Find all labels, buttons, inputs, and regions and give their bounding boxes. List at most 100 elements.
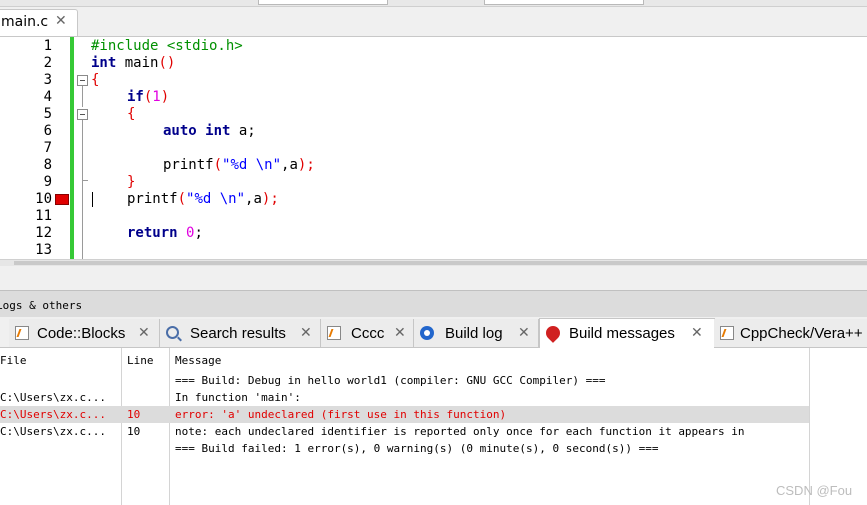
text-caret — [92, 192, 93, 207]
panel-splitter[interactable] — [0, 266, 867, 288]
line-number: 11 — [35, 208, 52, 224]
bracket: ); — [297, 157, 315, 173]
bracket: ( — [213, 157, 223, 173]
code-line-8: printf("%d \n",a); — [163, 157, 315, 174]
panel-title-label: Logs & others — [0, 299, 83, 312]
identifier: printf — [163, 157, 214, 173]
column-header-message[interactable]: Message — [175, 352, 221, 369]
column-separator — [169, 348, 170, 505]
file-tab-label: main.c — [1, 14, 49, 30]
fold-line — [82, 181, 83, 259]
keyword: return — [127, 225, 178, 241]
keyword: auto int — [163, 123, 231, 139]
keyword: int — [91, 55, 117, 71]
identifier: ,a — [245, 191, 262, 207]
number: 1 — [152, 89, 161, 105]
row-message: === Build failed: 1 error(s), 0 warning(… — [175, 442, 659, 455]
row-message: === Build: Debug in hello world1 (compil… — [175, 374, 606, 387]
close-icon[interactable]: ✕ — [691, 325, 703, 341]
file-tab-main-c[interactable]: main.c ✕ — [0, 9, 78, 36]
close-icon[interactable]: ✕ — [55, 13, 67, 29]
line-number: 4 — [43, 89, 52, 105]
line-number-gutter: 1 2 3 4 5 6 7 8 9 10 11 12 13 — [0, 37, 70, 259]
row-message: error: 'a' undeclared (first use in this… — [175, 408, 507, 421]
keyword: if — [127, 89, 144, 105]
code-line-3: { — [91, 72, 100, 88]
bracket: ); — [261, 191, 279, 207]
row-line: 10 — [127, 408, 141, 421]
line-number: 12 — [35, 225, 52, 241]
toolbar-combo-2[interactable] — [484, 0, 644, 5]
line-number: 9 — [43, 174, 52, 190]
pin-icon — [543, 323, 563, 343]
doc-icon — [327, 326, 341, 340]
close-icon[interactable]: ✕ — [300, 325, 312, 341]
build-messages-table: File Line Message === Build: Debug in he… — [0, 348, 867, 505]
error-marker-icon[interactable] — [55, 194, 69, 205]
scrollbar-thumb[interactable] — [14, 261, 867, 265]
identifier: ,a — [281, 157, 298, 173]
logs-panel-title: Logs & others — [0, 290, 867, 317]
close-icon[interactable]: ✕ — [518, 325, 530, 341]
code-line-6: auto int a; — [163, 123, 256, 140]
tab-code-blocks[interactable]: Code::Blocks ✕ — [9, 319, 160, 347]
tab-label: Search results — [190, 325, 286, 342]
close-icon[interactable]: ✕ — [394, 325, 406, 341]
string: "%d \n" — [222, 157, 282, 173]
fold-toggle-icon[interactable] — [77, 75, 88, 86]
search-icon — [166, 326, 179, 339]
tab-cppcheck-vera[interactable]: CppCheck/Vera++ — [714, 319, 867, 347]
code-line-9: } — [127, 174, 136, 190]
line-number: 13 — [35, 242, 52, 258]
code-line-5: { — [127, 106, 136, 122]
line-number: 6 — [43, 123, 52, 139]
doc-icon — [720, 326, 734, 340]
row-message: note: each undeclared identifier is repo… — [175, 425, 745, 438]
toolbar-combo-1[interactable] — [258, 0, 388, 5]
row-file: C:\Users\zx.c... — [0, 408, 106, 421]
line-number: 10 — [35, 191, 52, 207]
toolbar-strip — [0, 0, 867, 7]
fold-line — [82, 86, 83, 107]
tab-label: Cccc — [351, 325, 385, 342]
tab-label: Code::Blocks — [37, 325, 126, 342]
editor-tabbar: main.c ✕ — [0, 7, 867, 37]
row-line: 10 — [127, 425, 141, 438]
identifier: main — [116, 55, 159, 71]
tab-cccc[interactable]: Cccc ✕ — [321, 319, 414, 347]
code-line-1: #include <stdio.h> — [91, 38, 243, 54]
tab-build-messages[interactable]: Build messages ✕ — [539, 318, 715, 348]
column-separator — [121, 348, 122, 505]
fold-toggle-icon[interactable] — [77, 109, 88, 120]
bracket: ) — [160, 89, 170, 105]
line-number: 8 — [43, 157, 52, 173]
bracket: () — [158, 55, 176, 71]
identifier: printf — [127, 191, 178, 207]
number: 0 — [177, 225, 195, 241]
line-number: 2 — [43, 55, 52, 71]
tab-label: Build log — [445, 325, 503, 342]
tab-build-log[interactable]: Build log ✕ — [414, 319, 539, 347]
tab-search-results[interactable]: Search results ✕ — [160, 319, 321, 347]
tab-label: Build messages — [569, 325, 675, 342]
string: "%d \n" — [186, 191, 246, 207]
code-line-4: if(1) — [127, 89, 169, 106]
identifier: ; — [194, 225, 203, 241]
identifier: a; — [230, 123, 256, 139]
column-header-file[interactable]: File — [0, 352, 27, 369]
fold-line — [82, 120, 83, 180]
doc-icon — [15, 326, 29, 340]
tab-label: CppCheck/Vera++ — [740, 325, 863, 342]
gear-icon — [420, 326, 434, 340]
code-line-12: return 0; — [127, 225, 203, 242]
code-editor[interactable]: 1 2 3 4 5 6 7 8 9 10 11 12 13 #include <… — [0, 37, 867, 259]
row-file: C:\Users\zx.c... — [0, 425, 106, 438]
close-icon[interactable]: ✕ — [138, 325, 150, 341]
column-header-line[interactable]: Line — [127, 352, 154, 369]
logs-tabbar: Code::Blocks ✕ Search results ✕ Cccc ✕ B… — [0, 317, 867, 348]
change-bar — [70, 37, 74, 259]
line-number: 3 — [43, 72, 52, 88]
line-number: 5 — [43, 106, 52, 122]
watermark: CSDN @Fou — [776, 483, 853, 498]
code-line-2: int main() — [91, 55, 175, 72]
